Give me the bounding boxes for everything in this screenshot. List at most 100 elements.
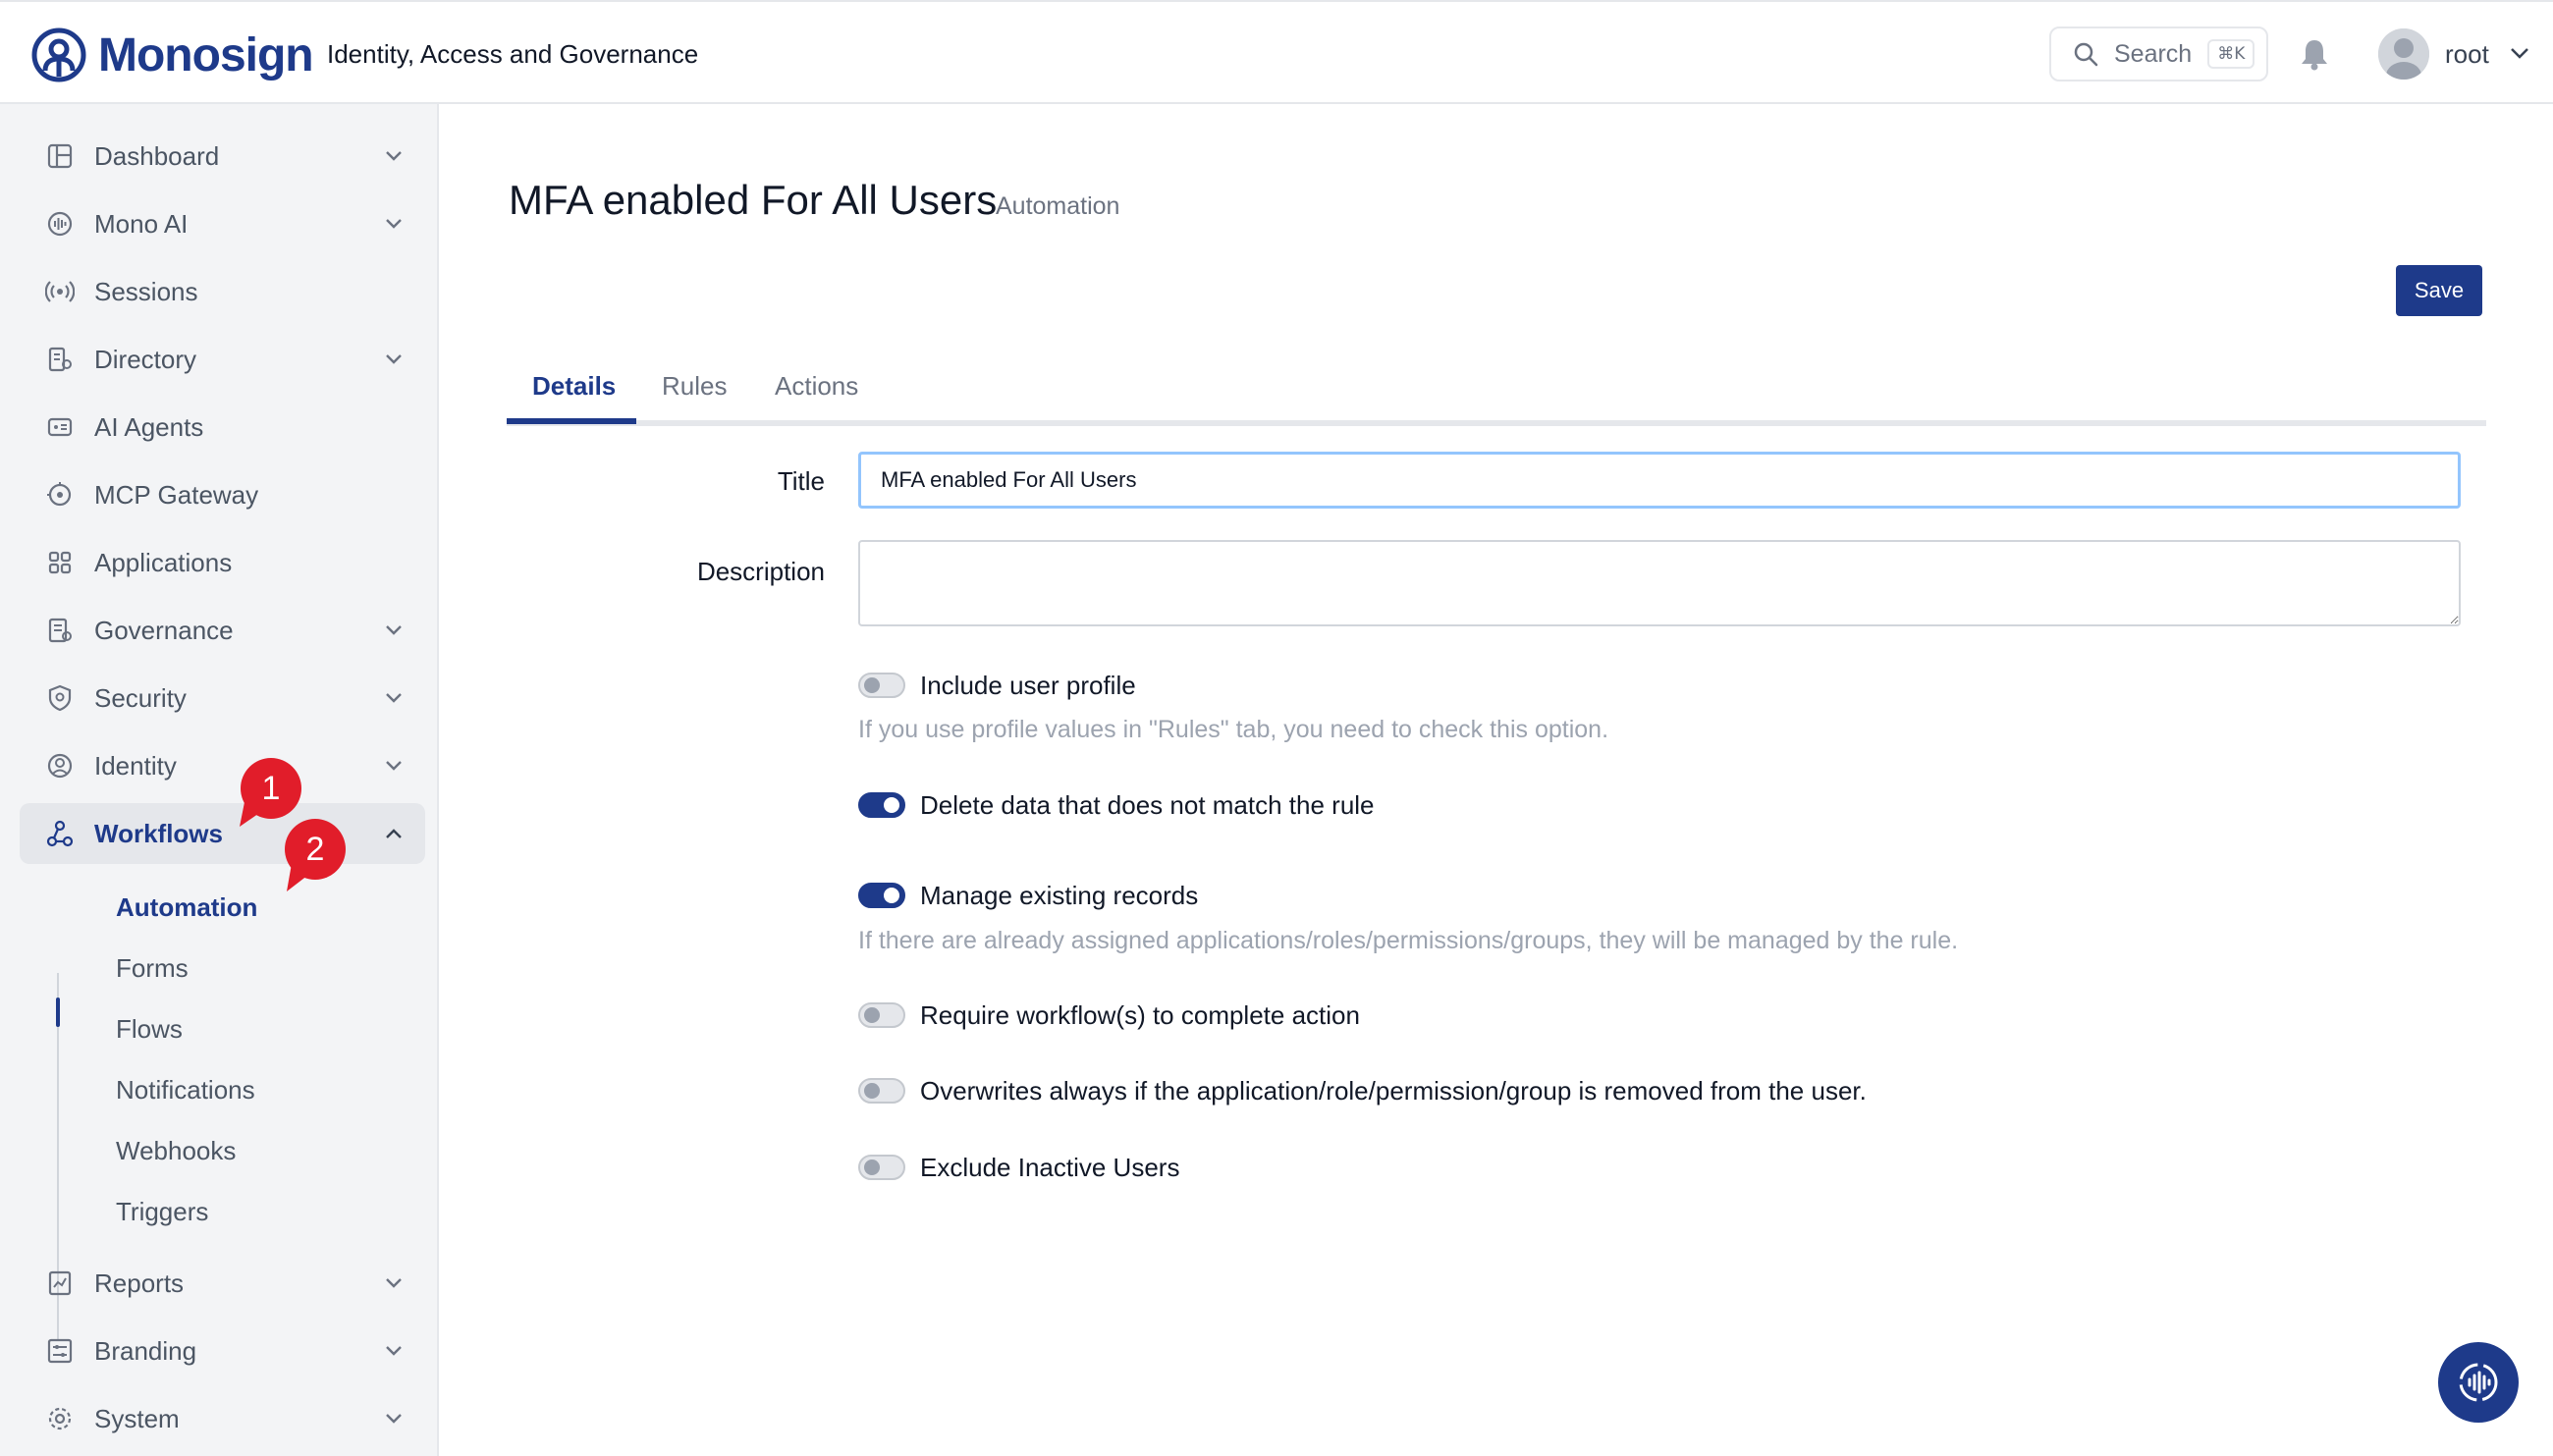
avatar[interactable] [2378, 28, 2429, 80]
logo-icon [31, 27, 86, 82]
chevron-down-icon [386, 1414, 402, 1424]
title-field[interactable] [858, 452, 2461, 509]
require-workflow-label: Require workflow(s) to complete action [920, 1000, 1360, 1030]
sidebar-item-mcp-gateway[interactable]: MCP Gateway [20, 464, 425, 525]
sidebar-subitem-forms[interactable]: Forms [116, 953, 189, 984]
manage-existing-records-label: Manage existing records [920, 881, 1199, 910]
assistant-chat-button[interactable] [2438, 1342, 2519, 1423]
directory-icon [48, 347, 72, 372]
sidebar-subitem-webhooks[interactable]: Webhooks [116, 1136, 236, 1166]
tutorial-marker-1: 1 [241, 758, 301, 819]
description-field[interactable] [858, 540, 2461, 626]
applications-icon [48, 551, 72, 574]
sidebar-item-governance[interactable]: Governance [20, 600, 425, 661]
tutorial-marker-2: 2 [285, 819, 346, 880]
toggle-knob [884, 888, 899, 903]
identity-icon [47, 753, 73, 779]
sidebar-item-label: Mono AI [94, 208, 189, 239]
chevron-down-icon [386, 1346, 402, 1356]
sidebar-item-label: Workflows [94, 818, 223, 848]
ai-agents-icon [47, 417, 73, 437]
toggle-knob [884, 797, 899, 813]
sidebar-subitem-automation[interactable]: Automation [116, 892, 257, 923]
chevron-up-icon [386, 829, 402, 838]
chevron-down-icon [386, 693, 402, 703]
sidebar-item-mono-ai[interactable]: Mono AI [20, 193, 425, 254]
sidebar-subitem-triggers[interactable]: Triggers [116, 1197, 208, 1227]
sidebar-item-applications[interactable]: Applications [20, 532, 425, 593]
exclude-inactive-users-label: Exclude Inactive Users [920, 1153, 1180, 1182]
chevron-down-icon [386, 1278, 402, 1288]
sidebar-item-ai-agents[interactable]: AI Agents [20, 397, 425, 458]
bell-icon[interactable] [2300, 37, 2329, 71]
sidebar-item-label: AI Agents [94, 411, 204, 442]
exclude-inactive-users-toggle[interactable] [858, 1155, 905, 1180]
overwrite-always-toggle[interactable] [858, 1078, 905, 1104]
branding-icon [47, 1338, 73, 1364]
sidebar-item-dashboard[interactable]: Dashboard [20, 126, 425, 187]
tab-rules[interactable]: Rules [662, 371, 727, 402]
include-user-profile-help: If you use profile values in "Rules" tab… [858, 716, 1609, 743]
sidebar-item-security[interactable]: Security [20, 668, 425, 728]
sidebar-item-label: Sessions [94, 276, 198, 306]
chevron-down-icon [386, 761, 402, 771]
delete-unmatched-label: Delete data that does not match the rule [920, 790, 1375, 820]
shield-icon [48, 684, 72, 712]
gear-icon [48, 1407, 72, 1430]
sidebar-item-identity[interactable]: Identity [20, 735, 425, 796]
governance-icon [48, 618, 72, 643]
toggle-knob [864, 1083, 880, 1099]
page-subtitle: Automation [996, 192, 1120, 220]
sidebar-item-label: System [94, 1403, 180, 1433]
brand-tagline: Identity, Access and Governance [327, 39, 699, 69]
sidebar-item-sessions[interactable]: Sessions [20, 261, 425, 322]
sidebar-subitem-notifications[interactable]: Notifications [116, 1075, 255, 1105]
save-button[interactable]: Save [2396, 265, 2482, 316]
sidebar-item-directory[interactable]: Directory [20, 329, 425, 390]
sidebar: Dashboard Mono AI Sessions Directory AI … [0, 104, 439, 1456]
sidebar-item-label: Branding [94, 1335, 197, 1366]
chevron-down-icon [386, 625, 402, 635]
require-workflow-toggle[interactable] [858, 1002, 905, 1028]
tab-details[interactable]: Details [532, 371, 616, 402]
sidebar-item-label: Governance [94, 615, 234, 645]
toggle-knob [864, 677, 880, 693]
tab-actions[interactable]: Actions [775, 371, 858, 402]
sidebar-item-reports[interactable]: Reports [20, 1253, 425, 1314]
search-label: Search [2114, 39, 2193, 68]
chevron-down-icon [386, 354, 402, 364]
global-search[interactable]: Search ⌘K [2049, 27, 2268, 81]
sessions-icon [45, 281, 75, 302]
page-title: MFA enabled For All Users [509, 177, 998, 223]
reports-icon [48, 1270, 72, 1296]
chevron-down-icon [386, 219, 402, 229]
user-avatar-icon [2378, 28, 2429, 80]
top-header: Monosign Identity, Access and Governance… [0, 0, 2553, 104]
search-shortcut: ⌘K [2207, 39, 2255, 69]
sidebar-item-label: Identity [94, 750, 177, 781]
brand-logo[interactable]: Monosign [31, 27, 314, 82]
delete-unmatched-toggle[interactable] [858, 792, 905, 818]
include-user-profile-toggle[interactable] [858, 673, 905, 698]
mcp-gateway-icon [47, 482, 72, 507]
manage-existing-records-help: If there are already assigned applicatio… [858, 927, 1959, 954]
mono-ai-icon [47, 211, 73, 237]
description-label: Description [696, 557, 825, 586]
active-tab-indicator [507, 418, 636, 424]
brand-name: Monosign [98, 28, 314, 81]
sidebar-item-label: Dashboard [94, 140, 220, 171]
manage-existing-records-toggle[interactable] [858, 883, 905, 908]
chevron-down-icon[interactable] [2509, 45, 2530, 61]
toggle-knob [864, 1159, 880, 1175]
detail-tabs: Details Rules Actions [507, 353, 2486, 426]
toggle-knob [864, 1007, 880, 1023]
sidebar-item-label: Directory [94, 344, 197, 374]
overwrite-always-label: Overwrites always if the application/rol… [920, 1076, 1867, 1105]
sidebar-subitem-flows[interactable]: Flows [116, 1014, 183, 1045]
sidebar-item-system[interactable]: System [20, 1388, 425, 1449]
sidebar-item-workflows[interactable]: Workflows [20, 803, 425, 864]
sidebar-item-branding[interactable]: Branding [20, 1321, 425, 1381]
dashboard-icon [47, 143, 73, 169]
user-name[interactable]: root [2445, 39, 2489, 70]
sidebar-item-label: Applications [94, 547, 233, 577]
